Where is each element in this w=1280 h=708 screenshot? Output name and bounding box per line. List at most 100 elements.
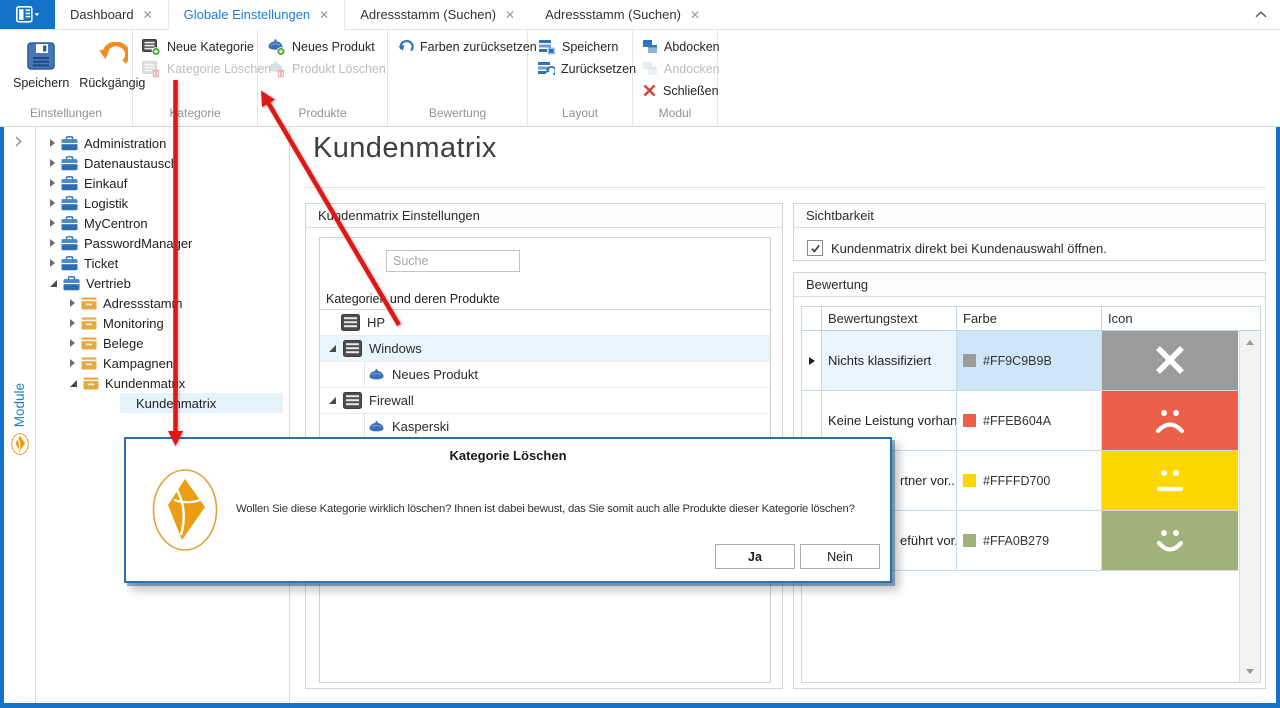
tab-adressstamm-suchen-2[interactable]: Adressstamm (Suchen) ✕ <box>345 0 530 29</box>
sidebar-item-logistik[interactable]: Logistik <box>36 193 289 213</box>
no-button[interactable]: Nein <box>800 544 880 569</box>
dialog-title: Kategorie Löschen <box>126 448 890 463</box>
abdocken-button[interactable]: Abdocken <box>642 36 713 57</box>
expander-collapsed-icon[interactable] <box>70 339 75 347</box>
scroll-up-button[interactable] <box>1240 333 1260 351</box>
tab-close-icon[interactable]: ✕ <box>690 9 700 21</box>
color-hex-label: #FFEB604A <box>983 414 1051 428</box>
tab-globale-einstellungen-1[interactable]: Globale Einstellungen✕ <box>168 0 346 29</box>
speichern-button[interactable]: Speichern <box>9 36 73 90</box>
sidebar-item-kampagnen[interactable]: Kampagnen <box>36 353 289 373</box>
scroll-down-button[interactable] <box>1240 662 1260 680</box>
happy-face-icon[interactable] <box>1102 511 1238 570</box>
briefcase-icon <box>61 236 78 251</box>
expander-expanded-icon[interactable] <box>329 397 336 404</box>
save-icon <box>26 40 56 72</box>
sidebar-item-passwordmanager[interactable]: PasswordManager <box>36 233 289 253</box>
sidebar-item-einkauf[interactable]: Einkauf <box>36 173 289 193</box>
tab-close-icon[interactable]: ✕ <box>143 9 153 21</box>
neutral-face-icon[interactable] <box>1102 451 1238 510</box>
tree-item-label: Kasperski <box>392 419 449 434</box>
sidebar-item-label: Belege <box>103 336 143 351</box>
yes-button[interactable]: Ja <box>715 544 795 569</box>
tab-close-icon[interactable]: ✕ <box>319 9 329 21</box>
undo-icon <box>96 40 128 72</box>
sidebar-collapse-icon[interactable] <box>15 135 22 150</box>
sidebar-item-mycentron[interactable]: MyCentron <box>36 213 289 233</box>
tab-bar: Dashboard✕Globale Einstellungen✕ Adressst… <box>0 0 1280 30</box>
module-vertical-tab[interactable]: Module <box>4 383 35 455</box>
rating-row-nichts-klassifiziert[interactable]: Nichts klassifiziert#FF9C9B9B <box>802 331 1260 391</box>
sidebar-item-label: Administration <box>84 136 166 151</box>
expander-collapsed-icon[interactable] <box>70 299 75 307</box>
sidebar-item-belege[interactable]: Belege <box>36 333 289 353</box>
column-header-bewertungstext[interactable]: Bewertungstext <box>822 307 957 330</box>
expander-collapsed-icon[interactable] <box>50 199 55 207</box>
category-icon <box>341 314 360 331</box>
app-logo-icon <box>152 468 218 555</box>
rating-text-cell[interactable]: Nichts klassifiziert <box>822 331 957 390</box>
folder-icon <box>83 377 99 390</box>
expander-collapsed-icon[interactable] <box>70 359 75 367</box>
window-menu-button[interactable] <box>0 0 55 29</box>
sidebar-item-adressstamm[interactable]: Adressstamm <box>36 293 289 313</box>
rating-color-cell[interactable]: #FF9C9B9B <box>957 331 1102 390</box>
neues-produkt-button[interactable]: Neues Produkt <box>267 36 383 57</box>
sidebar-item-vertrieb[interactable]: Vertrieb <box>36 273 289 293</box>
speichern-button[interactable]: Speichern <box>537 36 628 57</box>
expander-collapsed-icon[interactable] <box>50 239 55 247</box>
sidebar-item-administration[interactable]: Administration <box>36 133 289 153</box>
sidebar-item-datenaustausch[interactable]: Datenaustausch <box>36 153 289 173</box>
sidebar-item-monitoring[interactable]: Monitoring <box>36 313 289 333</box>
expander-collapsed-icon[interactable] <box>50 179 55 187</box>
expander-collapsed-icon[interactable] <box>50 139 55 147</box>
zur-cksetzen-button[interactable]: Zurücksetzen <box>537 58 628 79</box>
delete-category-dialog: Kategorie Löschen Wollen Sie diese Kateg… <box>124 437 892 583</box>
category-item-firewall[interactable]: Firewall <box>320 388 770 414</box>
button-label: Abdocken <box>664 40 720 54</box>
sidebar-item-kundenmatrix[interactable]: Kundenmatrix <box>36 393 289 413</box>
expander-collapsed-icon[interactable] <box>50 219 55 227</box>
rating-color-cell[interactable]: #FFEB604A <box>957 391 1102 450</box>
category-icon <box>343 340 362 357</box>
tab-dashboard-0[interactable]: Dashboard✕ <box>55 0 168 29</box>
ribbon-group-label: Modul <box>633 106 717 120</box>
expander-expanded-icon[interactable] <box>50 280 57 287</box>
rating-color-cell[interactable]: #FFA0B279 <box>957 511 1102 570</box>
product-icon <box>368 368 385 382</box>
category-delete-icon <box>142 60 161 78</box>
module-tab-label: Module <box>12 383 27 427</box>
sad-face-icon[interactable] <box>1102 391 1238 450</box>
product-item-neues-produkt[interactable]: Neues Produkt <box>320 362 770 388</box>
visibility-checkbox[interactable] <box>807 240 823 256</box>
app-logo-icon <box>11 433 29 455</box>
category-item-windows[interactable]: Windows <box>320 336 770 362</box>
search-input[interactable] <box>386 250 520 272</box>
tab-label: Adressstamm (Suchen) <box>360 7 496 22</box>
vertical-scrollbar[interactable] <box>1239 331 1260 682</box>
tab-close-icon[interactable]: ✕ <box>505 9 515 21</box>
tree-item-label: Firewall <box>369 393 414 408</box>
title-divider <box>305 187 1266 188</box>
rating-color-cell[interactable]: #FFFFD700 <box>957 451 1102 510</box>
neue-kategorie-button[interactable]: Neue Kategorie <box>142 36 253 57</box>
expander-expanded-icon[interactable] <box>329 345 336 352</box>
x-face-icon[interactable] <box>1102 331 1238 390</box>
farben-zur-cksetzen-button[interactable]: Farben zurücksetzen <box>397 36 523 57</box>
column-header-farbe[interactable]: Farbe <box>957 307 1102 330</box>
sidebar-item-kundenmatrix[interactable]: Kundenmatrix <box>36 373 289 393</box>
schlie-en-button[interactable]: Schließen <box>642 80 713 101</box>
button-label: Produkt Löschen <box>292 62 386 76</box>
product-delete-icon <box>267 60 286 78</box>
category-item-hp[interactable]: HP <box>320 310 770 336</box>
column-header-icon[interactable]: Icon <box>1102 307 1238 330</box>
sidebar-item-ticket[interactable]: Ticket <box>36 253 289 273</box>
expander-expanded-icon[interactable] <box>70 380 77 387</box>
expander-collapsed-icon[interactable] <box>50 159 55 167</box>
expander-collapsed-icon[interactable] <box>50 259 55 267</box>
sidebar-item-label: Einkauf <box>84 176 127 191</box>
expander-collapsed-icon[interactable] <box>70 319 75 327</box>
briefcase-icon <box>61 136 78 151</box>
tab-adressstamm-suchen-3[interactable]: Adressstamm (Suchen)✕ <box>530 0 715 29</box>
ribbon-collapse-button[interactable] <box>1255 11 1267 18</box>
